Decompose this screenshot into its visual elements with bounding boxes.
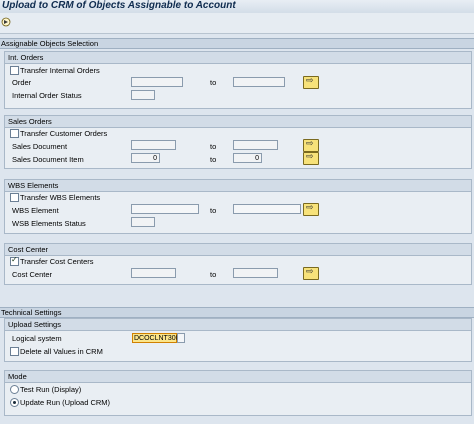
upload-settings-title: Upload Settings [8, 320, 61, 329]
page-title: Upload to CRM of Objects Assignable to A… [2, 0, 236, 11]
wbs-element-to-label: to [210, 206, 217, 215]
sales-document-item-to-input[interactable]: 0 [233, 153, 262, 163]
int-orders-title: Int. Orders [8, 53, 44, 62]
sales-document-item-label: Sales Document Item [12, 155, 84, 164]
sales-orders-group-header: Sales Orders [5, 116, 471, 128]
logical-system-label: Logical system [12, 334, 62, 343]
cost-center-to-label: to [210, 270, 217, 279]
technical-settings-header: Technical Settings [0, 307, 474, 318]
transfer-cost-centers-label: Transfer Cost Centers [20, 257, 94, 266]
order-label: Order [12, 78, 32, 87]
sales-document-item-multiple-selection-button[interactable] [303, 151, 319, 165]
test-run-radio[interactable] [10, 385, 19, 394]
wbs-elements-status-input[interactable] [131, 217, 155, 227]
order-to-label: to [210, 78, 217, 87]
assignable-objects-label: Assignable Objects Selection [1, 39, 99, 48]
wbs-elements-title: WBS Elements [8, 181, 59, 190]
transfer-wbs-elements-label: Transfer WBS Elements [20, 193, 101, 202]
title-bar: Upload to CRM of Objects Assignable to A… [0, 0, 474, 13]
wbs-element-to-input[interactable] [233, 204, 301, 214]
sales-document-to-input[interactable] [233, 140, 278, 150]
sales-orders-title: Sales Orders [8, 117, 52, 126]
sales-document-item-from-input[interactable]: 0 [131, 153, 160, 163]
delete-all-values-checkbox[interactable] [10, 347, 19, 356]
cost-center-multiple-selection-button[interactable] [303, 266, 319, 280]
sales-document-item-to-label: to [210, 155, 217, 164]
sales-document-from-input[interactable] [131, 140, 176, 150]
update-run-radio[interactable] [10, 398, 19, 407]
logical-system-input[interactable]: DCOCLNT300 [132, 333, 180, 343]
cost-center-title: Cost Center [8, 245, 49, 254]
application-toolbar [0, 13, 474, 34]
transfer-internal-orders-checkbox[interactable] [10, 66, 19, 75]
technical-settings-label: Technical Settings [1, 308, 62, 317]
wbs-elements-status-label: WSB Elements Status [12, 219, 86, 228]
transfer-internal-orders-label: Transfer Internal Orders [20, 66, 100, 75]
test-run-label: Test Run (Display) [20, 385, 82, 394]
internal-order-status-label: Internal Order Status [12, 91, 82, 100]
cost-center-label: Cost Center [12, 270, 53, 279]
wbs-elements-group-header: WBS Elements [5, 180, 471, 192]
sales-document-to-label: to [210, 142, 217, 151]
transfer-cost-centers-checkbox[interactable] [10, 255, 19, 266]
cost-center-group-header: Cost Center [5, 244, 471, 256]
wbs-element-from-input[interactable] [131, 204, 199, 214]
logical-system-search-help-button[interactable] [177, 333, 185, 343]
cost-center-from-input[interactable] [131, 268, 176, 278]
transfer-customer-orders-label: Transfer Customer Orders [20, 129, 108, 138]
internal-order-status-input[interactable] [131, 90, 155, 100]
order-to-input[interactable] [233, 77, 285, 87]
mode-title: Mode [8, 372, 27, 381]
update-run-label: Update Run (Upload CRM) [20, 398, 111, 407]
order-multiple-selection-button[interactable] [303, 75, 319, 89]
order-from-input[interactable] [131, 77, 183, 87]
assignable-objects-header: Assignable Objects Selection [0, 38, 474, 49]
int-orders-group-header: Int. Orders [5, 52, 471, 64]
cost-center-to-input[interactable] [233, 268, 278, 278]
transfer-customer-orders-checkbox[interactable] [10, 129, 19, 138]
wbs-element-multiple-selection-button[interactable] [303, 202, 319, 216]
upload-settings-group-header: Upload Settings [5, 319, 471, 331]
transfer-wbs-elements-checkbox[interactable] [10, 193, 19, 202]
wbs-element-label: WBS Element [12, 206, 59, 215]
delete-all-values-label: Delete all Values in CRM [20, 347, 103, 356]
execute-icon[interactable] [1, 17, 11, 27]
sales-document-label: Sales Document [12, 142, 68, 151]
mode-group-header: Mode [5, 371, 471, 383]
